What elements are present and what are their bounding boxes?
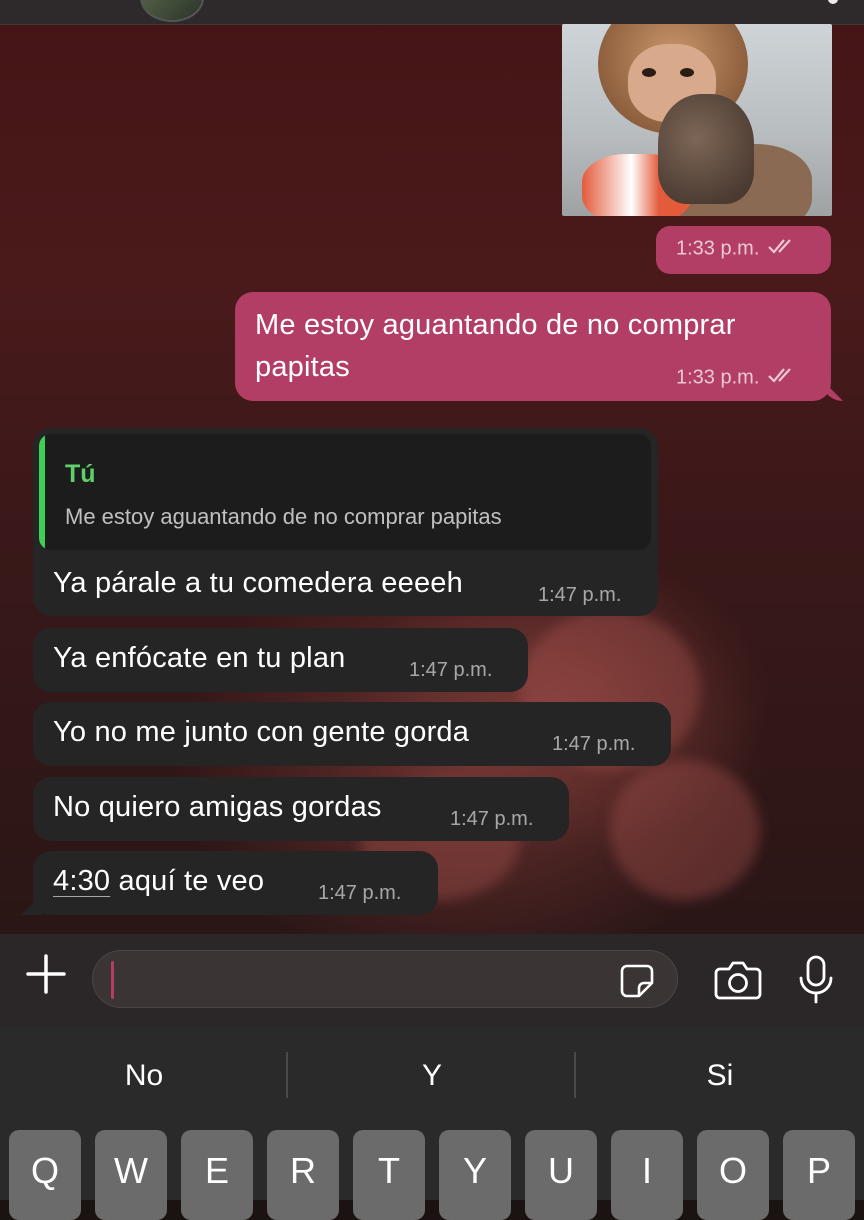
key-e[interactable]: E	[181, 1130, 253, 1220]
time-link[interactable]: 4:30	[53, 865, 110, 897]
message-time: 1:47 p.m.	[450, 808, 534, 830]
outgoing-message[interactable]: Me estoy aguantando de no comprar papita…	[235, 292, 843, 401]
sticker-message[interactable]	[562, 24, 832, 216]
contact-avatar[interactable]	[140, 0, 204, 22]
message-time: 1:33 p.m.	[676, 237, 797, 261]
microphone-icon[interactable]	[796, 954, 836, 1006]
text-caret	[111, 961, 114, 999]
message-text: Ya enfócate en tu plan	[53, 642, 346, 674]
key-i[interactable]: I	[611, 1130, 683, 1220]
keyboard: No Y Si Q W E R T Y U I O P	[0, 1026, 864, 1220]
key-w[interactable]: W	[95, 1130, 167, 1220]
message-time: 1:47 p.m.	[552, 733, 636, 755]
quote-accent-bar	[39, 434, 45, 550]
message-input[interactable]	[92, 950, 678, 1008]
message-composer	[0, 934, 864, 1026]
quote-author: Tú	[65, 460, 96, 488]
sticker-timestamp-badge: 1:33 p.m.	[656, 226, 831, 274]
message-text: No quiero amigas gordas	[53, 791, 382, 823]
plus-icon[interactable]	[24, 952, 68, 996]
quote-text: Me estoy aguantando de no comprar papita…	[65, 504, 502, 529]
key-y[interactable]: Y	[439, 1130, 511, 1220]
chat-header	[0, 0, 864, 25]
message-time: 1:33 p.m.	[676, 366, 797, 390]
message-text: 4:30 aquí te veo	[53, 865, 265, 897]
suggestion-2[interactable]: Y	[288, 1026, 576, 1126]
key-t[interactable]: T	[353, 1130, 425, 1220]
read-receipt-icon	[767, 237, 797, 261]
message-time: 1:47 p.m.	[318, 882, 402, 904]
quoted-message[interactable]: Tú Me estoy aguantando de no comprar pap…	[39, 434, 651, 550]
camera-icon[interactable]	[714, 960, 762, 1000]
message-text: Yo no me junto con gente gorda	[53, 716, 470, 748]
key-u[interactable]: U	[525, 1130, 597, 1220]
message-time: 1:47 p.m.	[409, 659, 493, 681]
predictive-suggestions: No Y Si	[0, 1026, 864, 1126]
incoming-message[interactable]: Ya enfócate en tu plan 1:47 p.m.	[33, 628, 528, 692]
key-o[interactable]: O	[697, 1130, 769, 1220]
incoming-message[interactable]: No quiero amigas gordas 1:47 p.m.	[33, 777, 569, 841]
incoming-message[interactable]: 4:30 aquí te veo 1:47 p.m.	[21, 851, 438, 915]
read-receipt-icon	[767, 366, 797, 390]
key-r[interactable]: R	[267, 1130, 339, 1220]
header-action-icon[interactable]	[828, 0, 838, 4]
suggestion-3[interactable]: Si	[576, 1026, 864, 1126]
incoming-reply-message[interactable]: Tú Me estoy aguantando de no comprar pap…	[33, 428, 658, 616]
incoming-message[interactable]: Yo no me junto con gente gorda 1:47 p.m.	[33, 702, 671, 766]
message-text: Ya párale a tu comedera eeeeh	[53, 567, 463, 599]
suggestion-1[interactable]: No	[0, 1026, 288, 1126]
message-time: 1:47 p.m.	[538, 584, 622, 606]
wallpaper-flower-petal	[610, 760, 760, 900]
key-q[interactable]: Q	[9, 1130, 81, 1220]
key-p[interactable]: P	[783, 1130, 855, 1220]
sticker-icon[interactable]	[619, 963, 655, 999]
